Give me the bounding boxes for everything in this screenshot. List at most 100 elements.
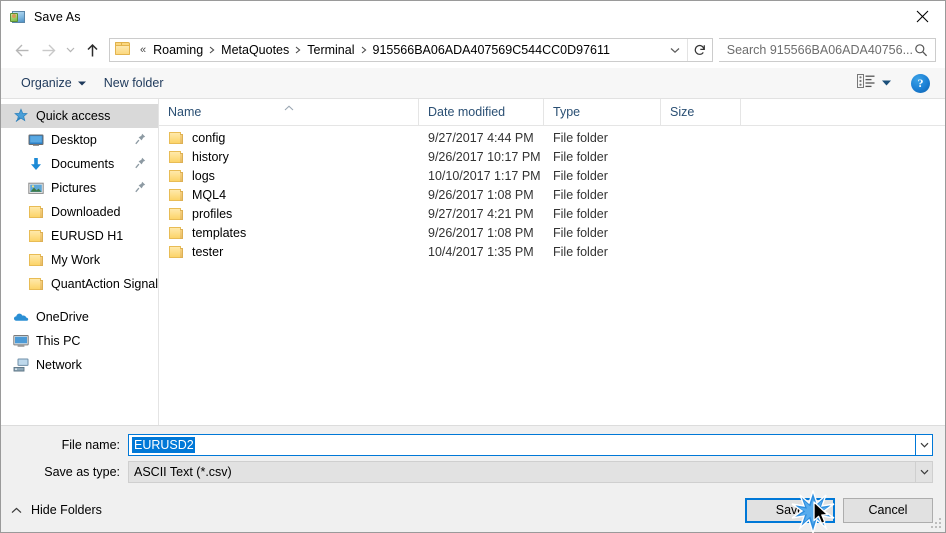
column-header-label: Type [553,105,581,119]
file-name-cell: profiles [159,207,419,221]
folder-icon [168,150,184,164]
sidebar-item-desktop[interactable]: Desktop [1,128,158,152]
table-row[interactable]: history 9/26/2017 10:17 PM File folder [159,147,945,166]
back-button[interactable] [9,37,35,63]
sidebar-label: This PC [36,334,81,348]
search-input[interactable]: Search 915566BA06ADA40756... [718,38,936,62]
breadcrumb-item-roaming[interactable]: Roaming [151,42,205,58]
sidebar-item-eurusd-h1[interactable]: EURUSD H1 [1,224,158,248]
folder-icon [168,245,184,259]
sidebar-item-onedrive[interactable]: OneDrive [1,305,158,329]
column-header-type[interactable]: Type [544,99,661,125]
sidebar-item-quick-access[interactable]: Quick access [1,104,158,128]
table-row[interactable]: profiles 9/27/2017 4:21 PM File folder [159,204,945,223]
table-row[interactable]: config 9/27/2017 4:44 PM File folder [159,128,945,147]
breadcrumb-chevron-icon[interactable] [357,46,371,54]
folder-icon [28,276,44,292]
cancel-button[interactable]: Cancel [843,497,933,523]
table-row[interactable]: logs 10/10/2017 1:17 PM File folder [159,166,945,185]
file-name: profiles [192,206,233,221]
sidebar-item-quantaction-signal[interactable]: QuantAction Signal [1,272,158,296]
file-name-cell: MQL4 [159,188,419,202]
column-header-date-modified[interactable]: Date modified [419,99,544,125]
sidebar-label: Documents [51,157,115,171]
refresh-icon [694,44,705,55]
file-name: templates [192,225,247,240]
help-button[interactable]: ? [911,73,930,93]
column-header-name[interactable]: Name [159,99,419,125]
save-as-type-dropdown-button[interactable] [916,461,933,483]
recent-locations-button[interactable] [61,37,79,63]
table-row[interactable]: tester 10/4/2017 1:35 PM File folder [159,242,945,261]
file-name-dropdown-button[interactable] [916,434,933,456]
breadcrumb-overflow[interactable]: « [135,44,151,56]
sidebar-item-downloaded[interactable]: Downloaded [1,200,158,224]
file-name-cell: config [159,131,419,145]
column-header-filler [741,99,945,125]
file-list-rows: config 9/27/2017 4:44 PM File folder his… [159,126,945,425]
column-header-label: Size [670,105,695,119]
new-folder-button[interactable]: New folder [98,73,170,93]
sidebar-item-this-pc[interactable]: This PC [1,329,158,353]
resize-grip-icon[interactable] [931,518,942,529]
save-as-type-select[interactable]: ASCII Text (*.csv) [128,461,916,483]
breadcrumb-chevron-icon[interactable] [291,46,305,54]
back-arrow-icon [15,44,28,56]
save-button[interactable]: Save [745,497,835,523]
up-one-level-button[interactable] [79,37,105,63]
file-list-pane: Name Date modified Type Size config 9/27… [159,99,945,425]
hide-folders-label: Hide Folders [31,503,102,517]
sort-ascending-icon [284,100,294,114]
file-name-cell: history [159,150,419,164]
caret-down-icon [882,80,891,86]
up-arrow-icon [86,43,98,56]
column-header-label: Name [168,105,202,119]
breadcrumb-item-terminal[interactable]: Terminal [305,42,356,58]
save-as-type-field-group: ASCII Text (*.csv) [128,461,933,483]
sidebar-item-my-work[interactable]: My Work [1,248,158,272]
onedrive-cloud-icon [13,309,29,325]
file-name-cell: templates [159,226,419,240]
file-name-input[interactable]: EURUSD2 [128,434,916,456]
breadcrumb-item-terminal-id[interactable]: 915566BA06ADA407569C544CC0D97611 [371,42,612,58]
change-view-button[interactable] [853,71,895,95]
organize-button[interactable]: Organize [15,73,92,93]
chevron-down-icon [66,47,74,53]
table-row[interactable]: MQL4 9/26/2017 1:08 PM File folder [159,185,945,204]
navigation-sidebar: Quick access Desktop Documents Pictures … [1,99,159,425]
sidebar-item-documents[interactable]: Documents [1,152,158,176]
pin-icon[interactable] [135,157,146,172]
folder-icon [28,228,44,244]
chevron-down-icon [920,442,928,448]
file-name-field-group: EURUSD2 [128,434,933,456]
close-icon [916,10,928,23]
sidebar-item-network[interactable]: Network [1,353,158,377]
caret-up-icon [11,507,22,514]
new-folder-label: New folder [103,76,164,90]
file-name-value: EURUSD2 [132,437,195,453]
pin-icon[interactable] [135,133,146,148]
file-name-cell: tester [159,245,419,259]
forward-button[interactable] [35,37,61,63]
sidebar-label: My Work [51,253,101,267]
desktop-icon [28,132,44,148]
sidebar-label: Downloaded [51,205,121,219]
column-header-size[interactable]: Size [661,99,741,125]
pin-icon[interactable] [135,181,146,196]
file-name: history [192,149,229,164]
network-icon [13,357,29,373]
table-row[interactable]: templates 9/26/2017 1:08 PM File folder [159,223,945,242]
breadcrumb-chevron-icon[interactable] [205,46,219,54]
sidebar-item-pictures[interactable]: Pictures [1,176,158,200]
hide-folders-button[interactable]: Hide Folders [11,503,102,517]
cancel-label: Cancel [868,503,908,517]
breadcrumb-item-metaquotes[interactable]: MetaQuotes [219,42,291,58]
help-label: ? [917,75,924,90]
close-button[interactable] [899,1,945,32]
address-dropdown-button[interactable] [664,39,686,61]
address-bar[interactable]: « Roaming MetaQuotes Terminal 915566BA06… [109,38,713,62]
refresh-button[interactable] [688,39,712,61]
file-date: 10/4/2017 1:35 PM [428,244,534,259]
documents-download-icon [28,156,44,172]
file-date: 9/27/2017 4:44 PM [428,130,534,145]
